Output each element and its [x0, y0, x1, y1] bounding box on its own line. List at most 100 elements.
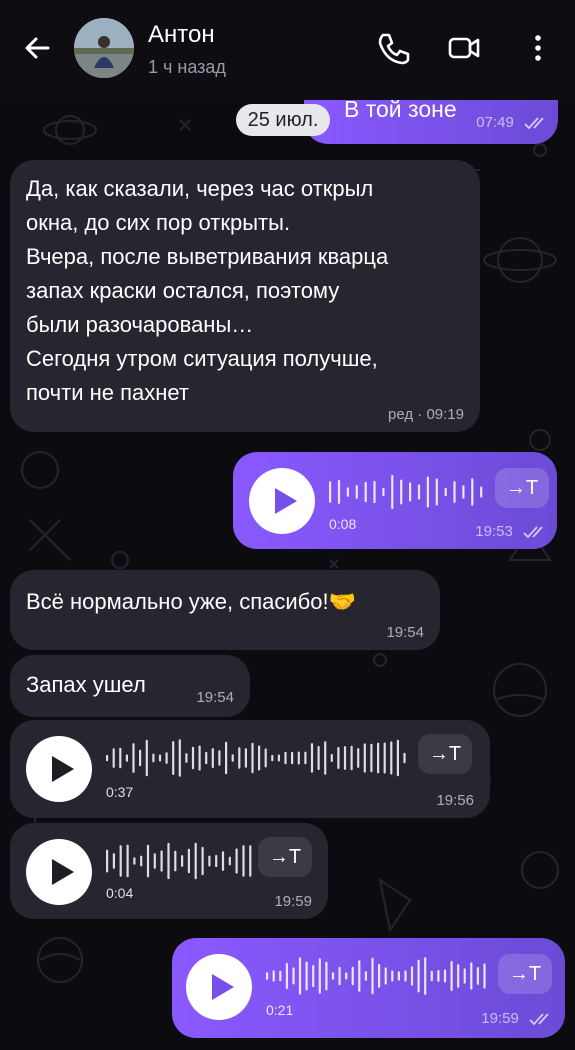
- phone-icon[interactable]: [372, 28, 412, 68]
- incoming-text-bubble[interactable]: Да, как сказали, через час открыл окна, …: [10, 160, 480, 432]
- waveform-bar: [463, 968, 466, 984]
- waveform-bar: [345, 972, 348, 980]
- waveform-bar: [424, 957, 427, 995]
- message-line: почти не пахнет: [26, 380, 189, 405]
- transcribe-button[interactable]: →T: [495, 468, 549, 508]
- waveform-bar: [231, 754, 234, 762]
- waveform-bar: [264, 748, 267, 768]
- waveform-bar: [357, 748, 360, 768]
- waveform-bar: [285, 962, 288, 990]
- incoming-voice-bubble[interactable]: 0:04 →T 19:59: [10, 823, 328, 919]
- outgoing-voice-bubble[interactable]: 0:08 →T 19:53: [233, 452, 557, 549]
- waveform-bar: [483, 963, 486, 989]
- avatar[interactable]: [74, 18, 134, 78]
- waveform-bar: [198, 745, 201, 771]
- incoming-voice-bubble[interactable]: 0:37 →T 19:56: [10, 720, 490, 818]
- voice-duration: 0:04: [106, 885, 134, 901]
- more-vertical-icon[interactable]: [518, 28, 558, 68]
- waveform-bar: [363, 743, 366, 773]
- waveform-bar: [417, 484, 421, 500]
- waveform-bar: [396, 739, 399, 777]
- read-checks-icon: [529, 1013, 549, 1026]
- waveform-bar: [194, 842, 197, 880]
- waveform-bar: [133, 857, 136, 865]
- waveform-bar: [329, 481, 332, 503]
- waveform-bar: [409, 482, 412, 502]
- voice-waveform[interactable]: [329, 472, 489, 512]
- transcribe-button[interactable]: →T: [498, 954, 552, 994]
- incoming-text-bubble[interactable]: Всё нормально уже, спасибо!🤝 19:54: [10, 570, 440, 650]
- waveform-bar: [350, 745, 353, 771]
- waveform-bar: [337, 747, 340, 769]
- waveform-bar: [371, 957, 374, 995]
- contact-name[interactable]: Антон: [148, 21, 215, 49]
- message-time: 19:54: [386, 624, 424, 641]
- waveform-bar: [373, 480, 376, 504]
- waveform-bar: [430, 970, 433, 982]
- waveform-bar: [324, 741, 327, 775]
- waveform-bar: [318, 958, 321, 994]
- waveform-bar: [364, 971, 367, 981]
- waveform-bar: [443, 969, 447, 983]
- waveform-bar: [476, 967, 479, 985]
- waveform-bar: [106, 754, 109, 762]
- waveform-bar: [330, 754, 333, 762]
- waveform-bar: [337, 480, 341, 504]
- waveform-bar: [140, 855, 143, 867]
- play-button[interactable]: [186, 954, 252, 1020]
- waveform-bar: [185, 753, 188, 763]
- waveform-bar: [277, 754, 280, 762]
- read-checks-icon: [523, 526, 543, 539]
- message-meta: ред · 09:19: [388, 406, 464, 423]
- incoming-text-bubble[interactable]: Запах ушел 19:54: [10, 655, 250, 717]
- waveform-bar: [292, 967, 295, 985]
- waveform-bar: [160, 850, 163, 872]
- waveform-bar: [390, 741, 393, 775]
- waveform-bar: [404, 970, 407, 982]
- video-call-icon[interactable]: [444, 28, 484, 68]
- waveform-bar: [242, 845, 245, 877]
- waveform-bar: [211, 748, 214, 768]
- voice-waveform[interactable]: [106, 841, 256, 881]
- waveform-bar: [312, 965, 315, 988]
- waveform-bar: [228, 856, 231, 866]
- chat-header: Антон 1 ч назад: [0, 0, 575, 100]
- play-button[interactable]: [26, 839, 92, 905]
- play-button[interactable]: [249, 468, 315, 534]
- waveform-bar: [208, 855, 211, 867]
- waveform-bar: [403, 752, 406, 764]
- back-arrow-icon[interactable]: [20, 30, 56, 66]
- waveform-bar: [165, 752, 168, 764]
- outgoing-voice-bubble[interactable]: 0:21 →T 19:59: [172, 938, 565, 1038]
- message-time: 19:59: [481, 1010, 519, 1027]
- waveform-bar: [174, 850, 177, 872]
- transcribe-button[interactable]: →T: [418, 734, 472, 774]
- waveform-bar: [221, 851, 225, 871]
- waveform-bar: [317, 745, 320, 771]
- waveform-bar: [187, 848, 190, 874]
- voice-waveform[interactable]: [106, 738, 410, 778]
- waveform-bar: [346, 487, 349, 497]
- waveform-bar: [426, 476, 429, 508]
- waveform-bar: [383, 742, 386, 774]
- waveform-bar: [310, 743, 314, 773]
- waveform-bar: [235, 848, 238, 874]
- waveform-bar: [480, 486, 483, 498]
- message-line: Вчера, после выветривания кварца: [26, 244, 389, 269]
- transcribe-button[interactable]: →T: [258, 837, 312, 877]
- waveform-bar: [298, 957, 302, 995]
- waveform-bar: [338, 966, 341, 986]
- waveform-bar: [358, 960, 361, 992]
- play-button[interactable]: [26, 736, 92, 802]
- message-line: запах краски остался, поэтому: [26, 278, 340, 303]
- waveform-bar: [377, 742, 380, 774]
- waveform-bar: [167, 842, 170, 880]
- waveform-bar: [355, 485, 358, 499]
- waveform-bar: [126, 844, 129, 878]
- waveform-bar: [271, 754, 274, 762]
- voice-duration: 0:21: [266, 1002, 294, 1018]
- waveform-bar: [391, 474, 394, 509]
- waveform-bar: [218, 750, 221, 766]
- voice-waveform[interactable]: [266, 956, 490, 996]
- waveform-bar: [145, 739, 148, 777]
